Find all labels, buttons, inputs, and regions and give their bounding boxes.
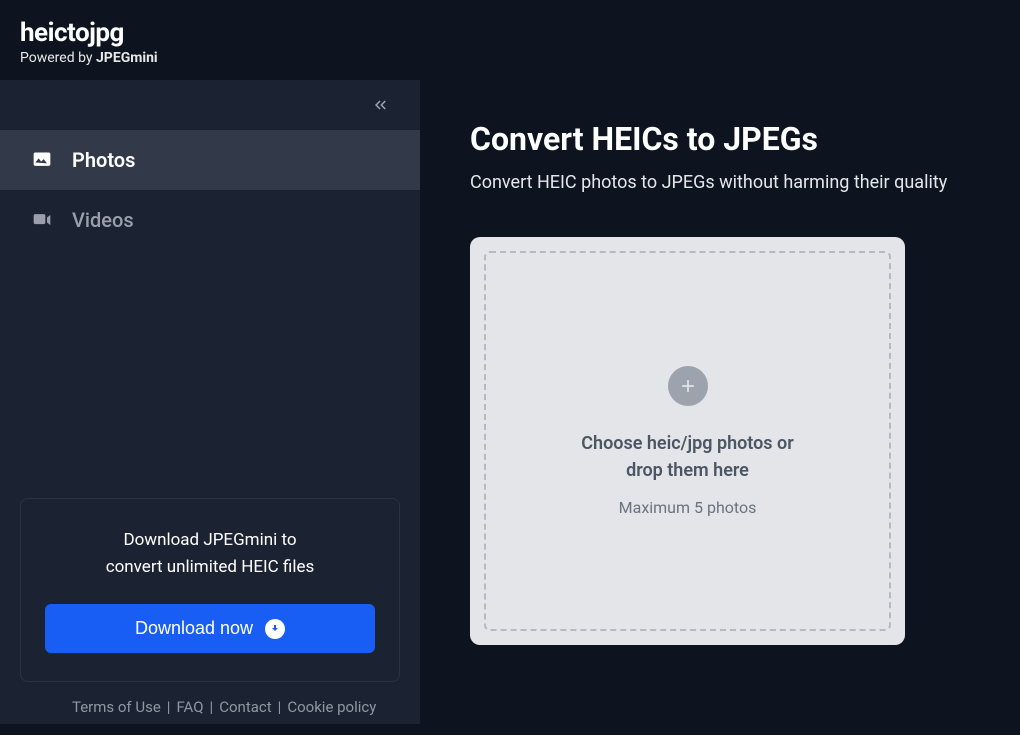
powered-by-prefix: Powered by — [20, 50, 96, 66]
powered-by-brand: JPEGmini — [96, 50, 158, 66]
file-dropzone[interactable]: Choose heic/jpg photos or drop them here… — [470, 237, 905, 645]
logo[interactable]: heictojpg — [20, 18, 1000, 48]
collapse-sidebar-button[interactable] — [0, 80, 420, 130]
promo-line1: Download JPEGmini to — [123, 530, 296, 550]
dropzone-limit: Maximum 5 photos — [619, 498, 757, 517]
sidebar-item-videos[interactable]: Videos — [0, 190, 420, 250]
sidebar: Photos Videos Download JPEGmini to conve… — [0, 80, 420, 724]
chevron-double-left-icon — [372, 96, 390, 118]
promo-line2: convert unlimited HEIC files — [106, 557, 315, 577]
download-button-label: Download now — [135, 618, 253, 639]
header: heictojpg Powered by JPEGmini — [0, 0, 1020, 80]
page-title: Convert HEICs to JPEGs — [470, 120, 970, 158]
download-icon — [265, 619, 285, 639]
promo-card: Download JPEGmini to convert unlimited H… — [20, 498, 400, 682]
photo-icon — [30, 150, 54, 170]
footer-link-faq[interactable]: FAQ — [176, 698, 203, 716]
page-subtitle: Convert HEIC photos to JPEGs without har… — [470, 172, 970, 193]
footer-link-contact[interactable]: Contact — [219, 698, 271, 716]
promo-text: Download JPEGmini to convert unlimited H… — [45, 527, 375, 580]
dropzone-text: Choose heic/jpg photos or drop them here — [581, 430, 793, 484]
main-content: Convert HEICs to JPEGs Convert HEIC phot… — [420, 80, 1020, 724]
download-now-button[interactable]: Download now — [45, 604, 375, 653]
powered-by: Powered by JPEGmini — [20, 50, 1000, 66]
video-icon — [30, 210, 54, 230]
sidebar-item-label: Photos — [72, 148, 135, 172]
footer-link-terms[interactable]: Terms of Use — [72, 698, 161, 716]
footer-link-cookie[interactable]: Cookie policy — [287, 698, 376, 716]
dropzone-line2: drop them here — [626, 460, 749, 481]
sidebar-item-label: Videos — [72, 208, 134, 232]
dropzone-line1: Choose heic/jpg photos or — [581, 433, 793, 454]
footer-links: Terms of Use | FAQ | Contact | Cookie po… — [20, 682, 400, 716]
sidebar-item-photos[interactable]: Photos — [0, 130, 420, 190]
dropzone-inner: Choose heic/jpg photos or drop them here… — [484, 251, 891, 631]
plus-circle-icon — [668, 366, 708, 406]
